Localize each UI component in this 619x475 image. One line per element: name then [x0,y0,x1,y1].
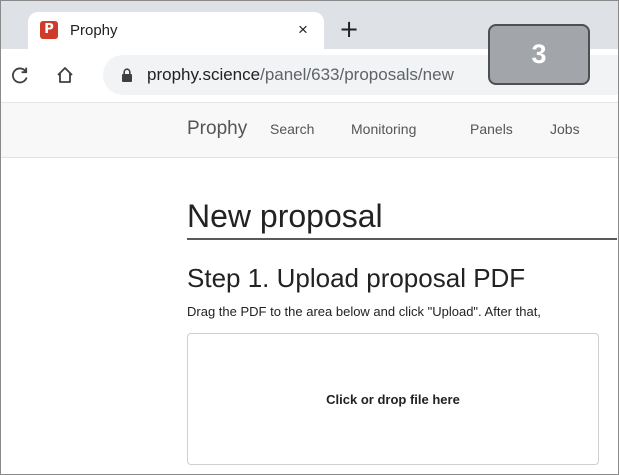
step-title: Step 1. Upload proposal PDF [187,263,526,293]
url-text: prophy.science/panel/633/proposals/new [147,65,454,85]
nav-link-panels[interactable]: Panels [470,121,513,137]
browser-tab[interactable]: P Prophy × [28,12,324,50]
dropzone-label: Click or drop file here [326,392,460,407]
prophy-favicon-icon: P [40,21,58,39]
title-divider [187,238,617,240]
brand-link[interactable]: Prophy [187,118,247,140]
nav-link-monitoring[interactable]: Monitoring [351,121,416,137]
url-host: prophy.science [147,65,261,84]
close-icon[interactable]: × [293,20,313,40]
home-icon[interactable] [52,62,78,88]
nav-link-search[interactable]: Search [270,121,314,137]
lock-icon [121,68,133,82]
url-path: /panel/633/proposals/new [260,65,454,84]
step-description: Drag the PDF to the area below and click… [187,304,541,319]
nav-link-jobs[interactable]: Jobs [550,121,580,137]
reload-icon[interactable] [7,62,33,88]
site-navbar: Prophy Search Monitoring Panels Jobs [1,102,618,158]
page-title: New proposal [187,198,383,234]
step-number-badge: 3 [488,24,590,85]
new-tab-icon[interactable]: + [337,17,361,42]
tab-title: Prophy [70,22,118,39]
file-dropzone[interactable]: Click or drop file here [187,333,599,465]
